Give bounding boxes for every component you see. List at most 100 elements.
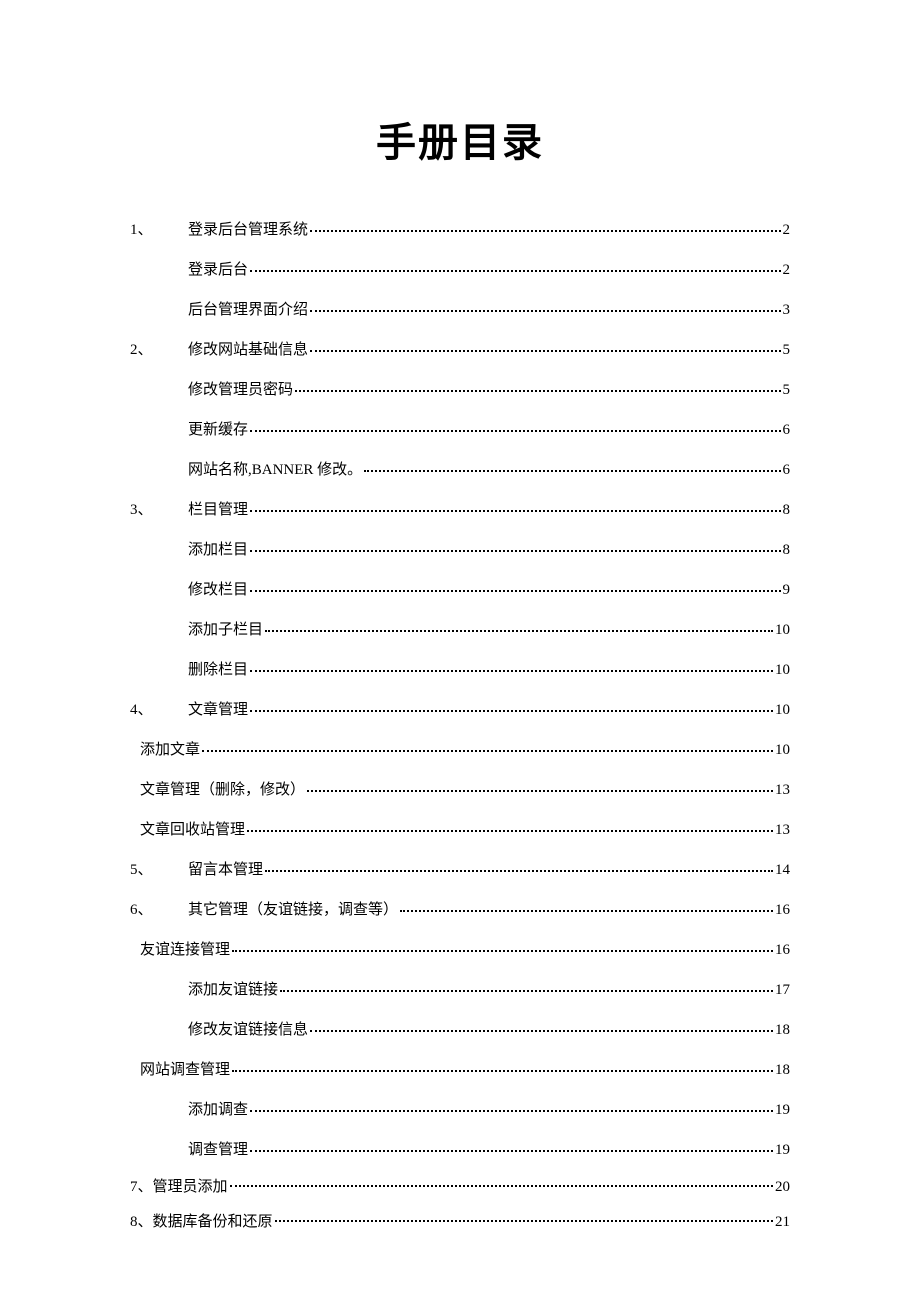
leader-dots [250, 670, 773, 672]
leader-dots [310, 230, 780, 232]
leader-dots [295, 390, 780, 392]
toc-entry[interactable]: 文章管理（删除，修改） 13 [130, 770, 790, 810]
entry-label: 文章管理 [188, 690, 248, 730]
toc-entry[interactable]: 添加文章 10 [130, 730, 790, 770]
toc-entry[interactable]: 添加友谊链接 17 [130, 970, 790, 1010]
entry-page: 3 [783, 290, 791, 330]
leader-dots [310, 1030, 773, 1032]
toc-entry[interactable]: 登录后台 2 [130, 250, 790, 290]
entry-page: 2 [783, 210, 791, 250]
entry-label: 修改栏目 [188, 570, 248, 610]
entry-label: 数据库备份和还原 [153, 1205, 273, 1240]
toc-entry[interactable]: 6、其它管理（友谊链接，调查等）16 [130, 890, 790, 930]
page-title: 手册目录 [130, 110, 790, 168]
toc-entry[interactable]: 文章回收站管理 13 [130, 810, 790, 850]
entry-page: 5 [783, 330, 791, 370]
toc-entry[interactable]: 修改管理员密码5 [130, 370, 790, 410]
leader-dots [307, 790, 773, 792]
entry-page: 13 [775, 770, 790, 810]
entry-page: 17 [775, 970, 790, 1010]
leader-dots [247, 830, 773, 832]
entry-label: 添加调查 [188, 1090, 248, 1130]
entry-label: 添加栏目 [188, 530, 248, 570]
entry-page: 5 [783, 370, 791, 410]
entry-label: 删除栏目 [188, 650, 248, 690]
entry-page: 2 [783, 250, 791, 290]
toc-entry[interactable]: 7、管理员添加20 [130, 1170, 790, 1205]
entry-page: 6 [783, 450, 791, 490]
entry-label: 修改友谊链接信息 [188, 1010, 308, 1050]
leader-dots [310, 350, 780, 352]
leader-dots [250, 710, 773, 712]
entry-label: 管理员添加 [153, 1170, 228, 1205]
entry-page: 9 [783, 570, 791, 610]
entry-page: 10 [775, 650, 790, 690]
leader-dots [250, 1150, 773, 1152]
toc-entry[interactable]: 添加栏目 8 [130, 530, 790, 570]
entry-page: 14 [775, 850, 790, 890]
leader-dots [250, 1110, 773, 1112]
leader-dots [400, 910, 773, 912]
entry-label: 文章管理（删除，修改） [140, 770, 305, 810]
entry-page: 10 [775, 690, 790, 730]
toc-entry[interactable]: 修改友谊链接信息 18 [130, 1010, 790, 1050]
leader-dots [250, 510, 780, 512]
toc-entry[interactable]: 后台管理界面介绍 3 [130, 290, 790, 330]
entry-page: 13 [775, 810, 790, 850]
entry-label: 添加文章 [140, 730, 200, 770]
entry-label: 后台管理界面介绍 [188, 290, 308, 330]
toc-entry[interactable]: 8、数据库备份和还原21 [130, 1205, 790, 1240]
leader-dots [364, 470, 780, 472]
toc-entry[interactable]: 修改栏目 9 [130, 570, 790, 610]
entry-page: 8 [783, 530, 791, 570]
entry-page: 16 [775, 890, 790, 930]
entry-number: 2、 [130, 330, 188, 370]
entry-page: 18 [775, 1050, 790, 1090]
entry-label: 添加友谊链接 [188, 970, 278, 1010]
toc-entry[interactable]: 添加调查 19 [130, 1090, 790, 1130]
toc-entry[interactable]: 删除栏目 10 [130, 650, 790, 690]
toc-entry[interactable]: 5、留言本管理 14 [130, 850, 790, 890]
entry-number: 1、 [130, 210, 188, 250]
entry-page: 8 [783, 490, 791, 530]
entry-page: 20 [775, 1170, 790, 1205]
entry-label: 登录后台管理系统 [188, 210, 308, 250]
entry-label: 留言本管理 [188, 850, 263, 890]
entry-label: 友谊连接管理 [140, 930, 230, 970]
leader-dots [275, 1220, 773, 1222]
leader-dots [265, 630, 773, 632]
leader-dots [310, 310, 780, 312]
toc-entry[interactable]: 1、登录后台管理系统 2 [130, 210, 790, 250]
entry-page: 18 [775, 1010, 790, 1050]
entry-number: 3、 [130, 490, 188, 530]
toc-entry[interactable]: 网站名称,BANNER 修改。6 [130, 450, 790, 490]
toc-entry[interactable]: 更新缓存6 [130, 410, 790, 450]
entry-label: 文章回收站管理 [140, 810, 245, 850]
toc-entry[interactable]: 4、文章管理 10 [130, 690, 790, 730]
toc-entry[interactable]: 调查管理 19 [130, 1130, 790, 1170]
toc-entry[interactable]: 网站调查管理18 [130, 1050, 790, 1090]
entry-number: 8、 [130, 1205, 153, 1240]
entry-page: 10 [775, 730, 790, 770]
toc-entry[interactable]: 添加子栏目10 [130, 610, 790, 650]
entry-label: 调查管理 [188, 1130, 248, 1170]
toc-entry[interactable]: 2、修改网站基础信息5 [130, 330, 790, 370]
entry-number: 5、 [130, 850, 188, 890]
leader-dots [232, 1070, 773, 1072]
leader-dots [250, 590, 780, 592]
entry-label: 栏目管理 [188, 490, 248, 530]
leader-dots [202, 750, 773, 752]
entry-page: 19 [775, 1130, 790, 1170]
toc-entry[interactable]: 3、栏目管理 8 [130, 490, 790, 530]
entry-page: 10 [775, 610, 790, 650]
entry-page: 16 [775, 930, 790, 970]
table-of-contents: 1、登录后台管理系统 2 登录后台 2 后台管理界面介绍 32、修改网站基础信息5修改管理… [130, 210, 790, 1240]
entry-page: 6 [783, 410, 791, 450]
leader-dots [265, 870, 773, 872]
leader-dots [250, 550, 780, 552]
entry-label: 登录后台 [188, 250, 248, 290]
entry-number: 6、 [130, 890, 188, 930]
toc-entry[interactable]: 友谊连接管理 16 [130, 930, 790, 970]
entry-page: 19 [775, 1090, 790, 1130]
entry-number: 4、 [130, 690, 188, 730]
